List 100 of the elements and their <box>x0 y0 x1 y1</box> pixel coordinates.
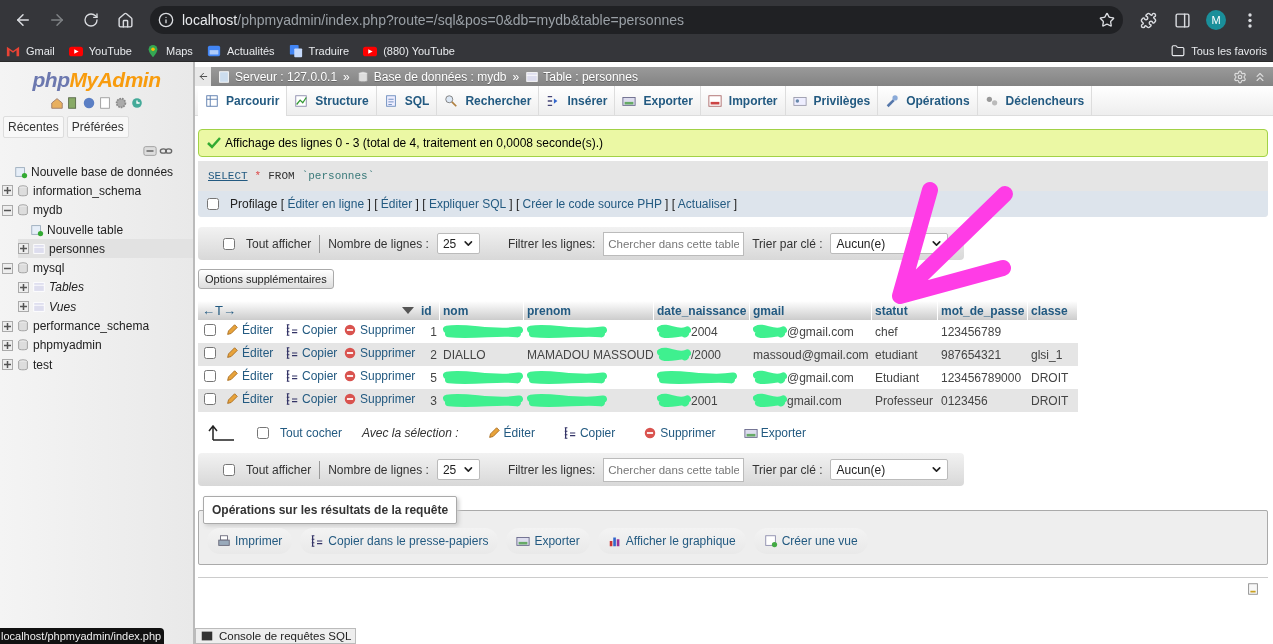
action-link[interactable]: Actualiser <box>677 197 731 211</box>
action-link[interactable]: Créer le code source PHP <box>522 197 662 211</box>
check-all-link[interactable]: Tout cocher <box>280 426 343 440</box>
sql-token[interactable]: SELECT <box>208 170 248 182</box>
table-cell: 987654321 <box>941 347 1002 362</box>
edit-link[interactable]: Éditer <box>225 369 274 383</box>
edit-button[interactable]: Éditer <box>486 426 535 440</box>
table-cell: @gmail.com <box>787 370 854 385</box>
show-all-label: Tout afficher <box>246 462 312 477</box>
tab[interactable]: Insérer <box>539 86 616 115</box>
breadcrumb-separator: » <box>512 69 520 84</box>
sidebar-button[interactable]: Récentes <box>3 116 64 138</box>
column-header[interactable]: date_naissance <box>654 301 750 320</box>
filter-field[interactable]: Chercher dans cette table <box>603 457 745 482</box>
sort-label: Trier par clé : <box>752 236 823 251</box>
table-cell: 2 <box>430 347 437 362</box>
tree-item[interactable]: Nouvelle base de données <box>2 162 193 182</box>
profiling-text: Profilage [ Éditer en ligne ] [ Éditer ] [ Expliquer SQL ] [ Créer le code source PHP ] [ Actualiser ] <box>230 197 738 211</box>
column-header[interactable]: prenom <box>524 301 654 320</box>
column-header[interactable]: id <box>418 301 440 320</box>
bookmark[interactable]: Traduire <box>288 43 350 58</box>
tree-item[interactable]: performance_schema <box>2 316 193 336</box>
rows-select[interactable]: 25 <box>436 233 480 254</box>
tab[interactable]: Déclencheurs <box>977 86 1093 115</box>
sort-select[interactable]: Aucun(e) <box>830 459 949 480</box>
delete-link[interactable]: Supprimer <box>343 323 416 337</box>
show-all-label: Tout afficher <box>246 236 312 251</box>
edit-link[interactable]: Éditer <box>225 346 274 360</box>
copy-button[interactable]: Copier <box>562 426 616 440</box>
bookmark[interactable]: (880) YouTube <box>363 43 455 58</box>
sort-label: Trier par clé : <box>752 462 823 477</box>
table-cell: 2004 <box>691 324 718 339</box>
sql-token: FROM <box>268 170 295 182</box>
table-cell: Etudiant <box>875 370 920 385</box>
tree-item[interactable]: mydb <box>2 200 193 220</box>
bookmark[interactable]: YouTube <box>68 43 132 58</box>
column-header[interactable]: gmail <box>750 301 872 320</box>
delete-link[interactable]: Supprimer <box>343 369 416 383</box>
tree-item[interactable]: information_schema <box>2 181 193 201</box>
tab[interactable]: Exporter <box>615 86 701 115</box>
table-cell: 5 <box>430 370 437 385</box>
tab[interactable]: Importer <box>700 86 786 115</box>
status-url: localhost/phpmyadmin/index.php <box>0 628 165 644</box>
table-cell: /2000 <box>691 347 722 362</box>
copy-link[interactable]: Copier <box>285 369 338 383</box>
tab[interactable]: SQL <box>376 86 438 115</box>
export-button[interactable]: Exporter <box>743 426 806 440</box>
copy-link[interactable]: Copier <box>285 346 338 360</box>
delete-button[interactable]: Supprimer <box>643 426 716 440</box>
copy-link[interactable]: Copier <box>285 323 338 337</box>
table-cell: 123456789 <box>941 324 1002 339</box>
copy-link[interactable]: Copier <box>285 392 338 406</box>
column-header[interactable]: statut <box>872 301 938 320</box>
tab[interactable]: Opérations <box>878 86 978 115</box>
delete-link[interactable]: Supprimer <box>343 346 416 360</box>
table-cell: 123456789000 <box>941 370 1022 385</box>
edit-link[interactable]: Éditer <box>225 392 274 406</box>
bookmark[interactable]: Maps <box>145 43 193 58</box>
logo[interactable]: phpMyAdmin <box>0 68 193 92</box>
tree-item[interactable]: test <box>2 354 193 375</box>
tree-item[interactable]: mysql <box>2 258 193 278</box>
tree-item[interactable]: Nouvelle table <box>18 219 193 240</box>
edit-link[interactable]: Éditer <box>225 323 274 337</box>
tab[interactable]: Structure <box>287 86 377 115</box>
tab[interactable]: Rechercher <box>437 86 540 115</box>
sql-token: `personnes` <box>301 170 375 182</box>
tree-item[interactable]: Tables <box>18 277 193 298</box>
console-tab[interactable]: Console de requêtes SQL <box>195 628 357 644</box>
delete-link[interactable]: Supprimer <box>343 392 416 406</box>
tree-item[interactable]: phpmyadmin <box>2 335 193 355</box>
column-header[interactable]: mot_de_passe <box>938 301 1028 320</box>
filter-field[interactable]: Chercher dans cette table <box>603 231 745 256</box>
bookmark[interactable]: Actualités <box>206 43 275 58</box>
table-cell: 3 <box>430 393 437 408</box>
sidebar-button[interactable]: Préférées <box>66 116 129 138</box>
profile-avatar[interactable]: M <box>1206 10 1226 30</box>
rows-label: Nombre de lignes : <box>328 236 429 251</box>
action-link[interactable]: Éditer en ligne <box>287 197 365 211</box>
table-cell: 2001 <box>691 393 718 408</box>
table-cell: DIALLO <box>443 347 486 362</box>
tree-item[interactable]: personnes <box>18 239 193 259</box>
action-link[interactable]: Éditer <box>380 197 413 211</box>
tab[interactable]: Privilèges <box>785 86 879 115</box>
move-columns-label[interactable]: ←T→ <box>202 303 236 318</box>
tab[interactable]: Parcourir <box>198 86 288 116</box>
bookmark[interactable]: Gmail <box>6 43 55 58</box>
table-cell: massoud@gmail.com <box>753 347 869 362</box>
column-header[interactable]: nom <box>440 301 524 320</box>
address-bar[interactable]: localhost/phpmyadmin/index.php?route=/sql&pos=0&db=mydb&table=personnes <box>150 6 1123 34</box>
table-cell: Professeur <box>875 393 934 408</box>
filter-label: Filtrer les lignes: <box>507 462 596 477</box>
more-options-button[interactable]: Options supplémentaires <box>198 269 334 289</box>
table-cell: etudiant <box>875 347 918 362</box>
all-bookmarks[interactable]: Tous les favoris <box>1171 43 1267 58</box>
tree-item[interactable]: Vues <box>18 297 193 317</box>
with-selection-label: Avec la sélection : <box>362 426 459 440</box>
rows-select[interactable]: 25 <box>436 459 480 480</box>
action-link[interactable]: Expliquer SQL <box>428 197 506 211</box>
table-cell: DROIT <box>1031 393 1069 408</box>
column-header[interactable]: classe <box>1028 301 1078 320</box>
